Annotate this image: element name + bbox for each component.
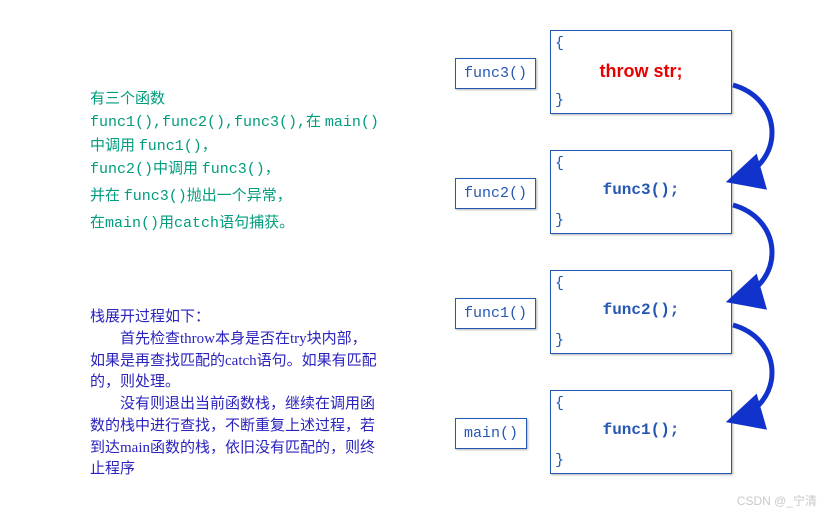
brace-close: } [555,92,564,109]
process-title: 栈展开过程如下： [90,307,380,329]
brace-open: { [555,35,564,52]
frame-label: func3() [455,58,536,89]
process-block: 栈展开过程如下： 首先检查throw本身是否在try块内部，如果是再查找匹配的c… [90,307,380,481]
brace-open: { [555,275,564,292]
frame-body: { func1(); } [550,390,732,474]
brace-open: { [555,155,564,172]
process-p1: 首先检查throw本身是否在try块内部，如果是再查找匹配的catch语句。如果… [90,329,380,394]
frame-label: func1() [455,298,536,329]
brace-close: } [555,452,564,469]
intro-line1: 有三个函数 [90,91,165,107]
frame-body: { throw str; } [550,30,732,114]
brace-close: } [555,212,564,229]
frame-body: { func2(); } [550,270,732,354]
frame-label: func2() [455,178,536,209]
frame-content: func2(); [551,301,731,319]
frame-body: { func3(); } [550,150,732,234]
intro-block: 有三个函数 func1(),func2(),func3(),在 main() 中… [90,88,380,236]
frame-label: main() [455,418,527,449]
process-p2: 没有则退出当前函数栈，继续在调用函数的栈中进行查找，不断重复上述过程，若到达ma… [90,394,380,481]
frame-content: throw str; [551,61,731,82]
watermark: CSDN @_宁清 [737,492,817,509]
frame-content: func3(); [551,181,731,199]
frame-content: func1(); [551,421,731,439]
brace-close: } [555,332,564,349]
brace-open: { [555,395,564,412]
func-list: func1(),func2(),func3(), [90,114,306,131]
